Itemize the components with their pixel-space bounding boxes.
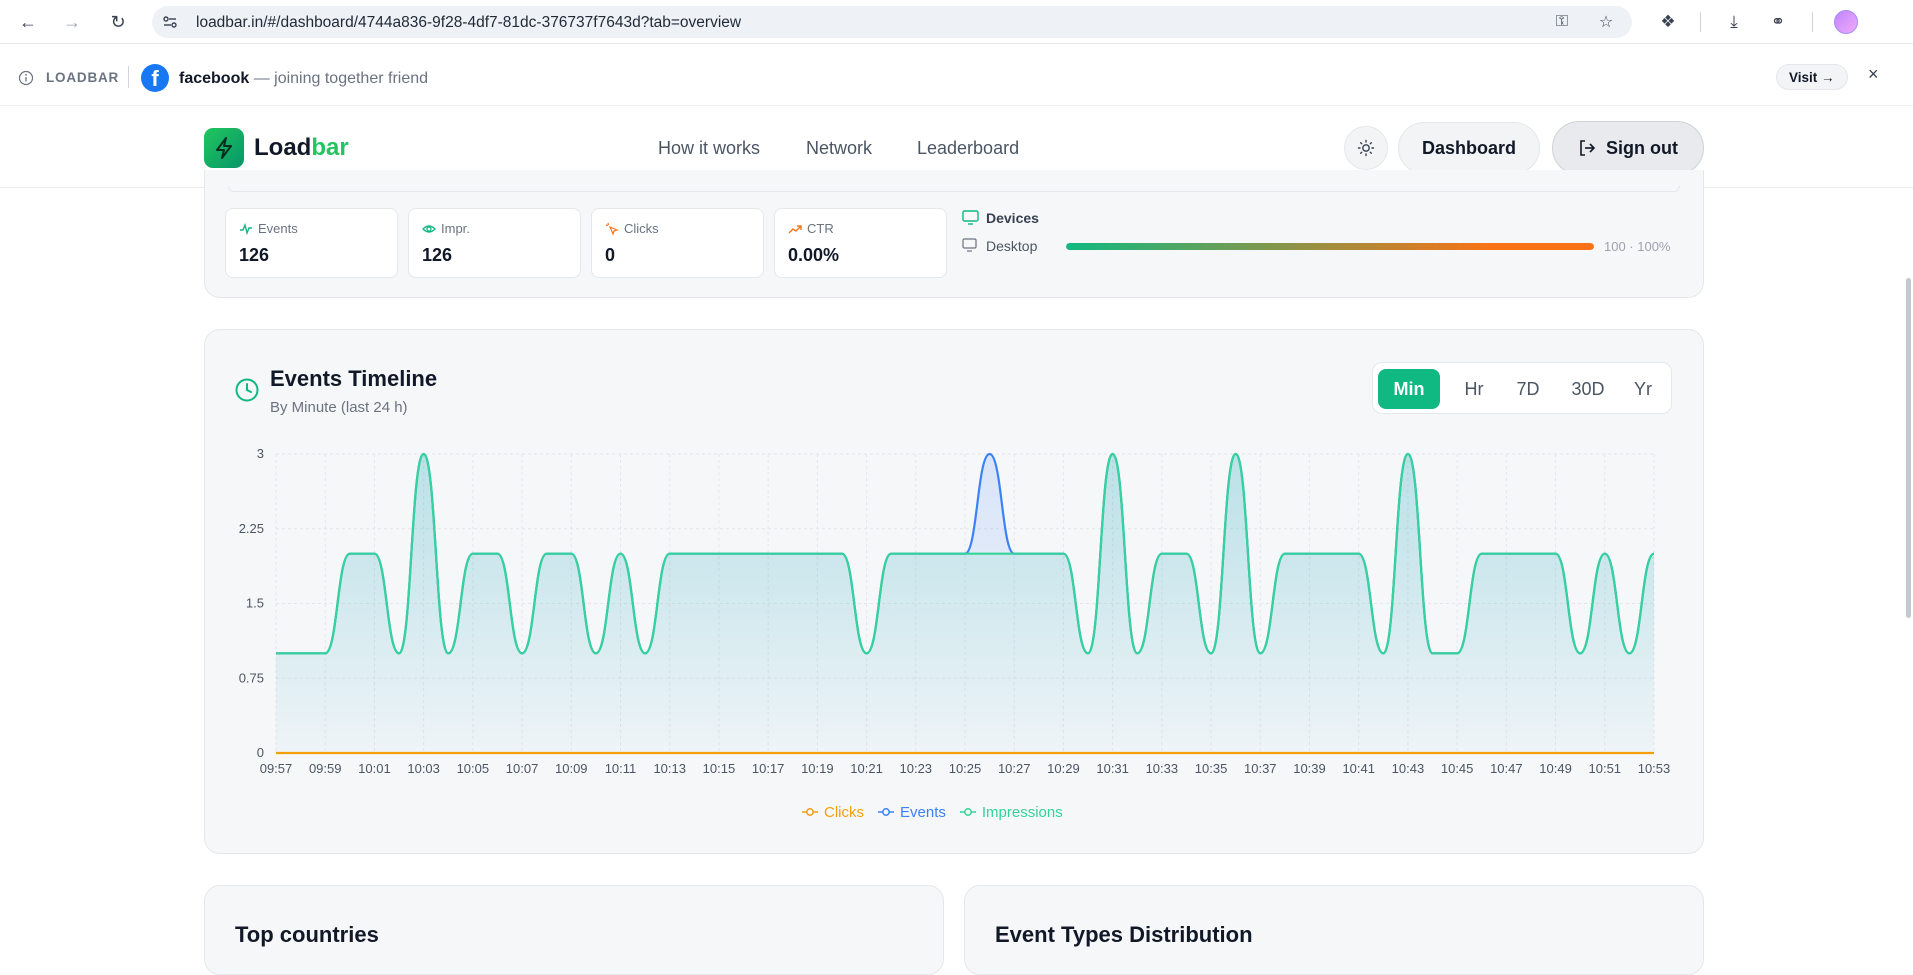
legend-label: Impressions bbox=[981, 803, 1063, 821]
x-tick-label: 09:59 bbox=[309, 761, 342, 776]
x-axis-labels: 09:57 09:59 10:01 10:03 10:05 10:07 10:09 10:11… bbox=[260, 761, 1671, 776]
x-tick-label: 10:41 bbox=[1342, 761, 1375, 776]
legend-item-impressions[interactable]: Impressions bbox=[959, 802, 1063, 822]
x-tick-label: 10:01 bbox=[358, 761, 391, 776]
x-tick-label: 10:19 bbox=[801, 761, 834, 776]
x-tick-label: 10:37 bbox=[1244, 761, 1277, 776]
x-tick-label: 10:23 bbox=[900, 761, 933, 776]
y-axis-labels: 0 0.75 1.5 2.25 3 bbox=[239, 446, 264, 760]
legend-marker-icon bbox=[878, 808, 894, 816]
chart-legend: Clicks Events Impressions bbox=[802, 802, 1063, 822]
x-tick-label: 10:29 bbox=[1047, 761, 1080, 776]
x-tick-label: 10:13 bbox=[653, 761, 686, 776]
x-tick-label: 10:05 bbox=[457, 761, 490, 776]
x-tick-label: 10:07 bbox=[506, 761, 539, 776]
x-tick-label: 10:09 bbox=[555, 761, 588, 776]
legend-marker-icon bbox=[959, 808, 976, 816]
x-tick-label: 10:51 bbox=[1589, 761, 1622, 776]
x-tick-label: 10:15 bbox=[703, 761, 736, 776]
x-tick-label: 10:31 bbox=[1096, 761, 1129, 776]
y-tick-label: 0 bbox=[257, 745, 264, 760]
legend-item-events[interactable]: Events bbox=[878, 802, 946, 822]
top-countries-title: Top countries bbox=[235, 922, 379, 947]
y-tick-label: 3 bbox=[257, 446, 264, 461]
x-tick-label: 10:11 bbox=[605, 761, 637, 776]
x-tick-label: 10:45 bbox=[1441, 761, 1474, 776]
x-tick-label: 10:25 bbox=[949, 761, 982, 776]
legend-item-clicks[interactable]: Clicks bbox=[802, 802, 864, 822]
x-tick-label: 10:21 bbox=[850, 761, 883, 776]
legend-label: Clicks bbox=[824, 803, 864, 821]
x-tick-label: 10:47 bbox=[1490, 761, 1523, 776]
x-tick-label: 10:35 bbox=[1195, 761, 1228, 776]
event-types-title: Event Types Distribution bbox=[995, 922, 1253, 947]
x-tick-label: 09:57 bbox=[260, 761, 293, 776]
y-tick-label: 2.25 bbox=[239, 521, 264, 536]
x-tick-label: 10:33 bbox=[1146, 761, 1179, 776]
x-tick-label: 10:43 bbox=[1392, 761, 1425, 776]
y-tick-label: 1.5 bbox=[246, 596, 264, 611]
x-tick-label: 10:27 bbox=[998, 761, 1031, 776]
x-tick-label: 10:53 bbox=[1638, 761, 1671, 776]
page-scrollbar[interactable] bbox=[1906, 278, 1911, 618]
x-tick-label: 10:49 bbox=[1539, 761, 1572, 776]
legend-label: Events bbox=[900, 803, 946, 821]
x-tick-label: 10:39 bbox=[1293, 761, 1326, 776]
legend-marker-icon bbox=[802, 808, 818, 816]
x-tick-label: 10:17 bbox=[752, 761, 785, 776]
y-tick-label: 0.75 bbox=[239, 670, 264, 685]
x-tick-label: 10:03 bbox=[407, 761, 440, 776]
